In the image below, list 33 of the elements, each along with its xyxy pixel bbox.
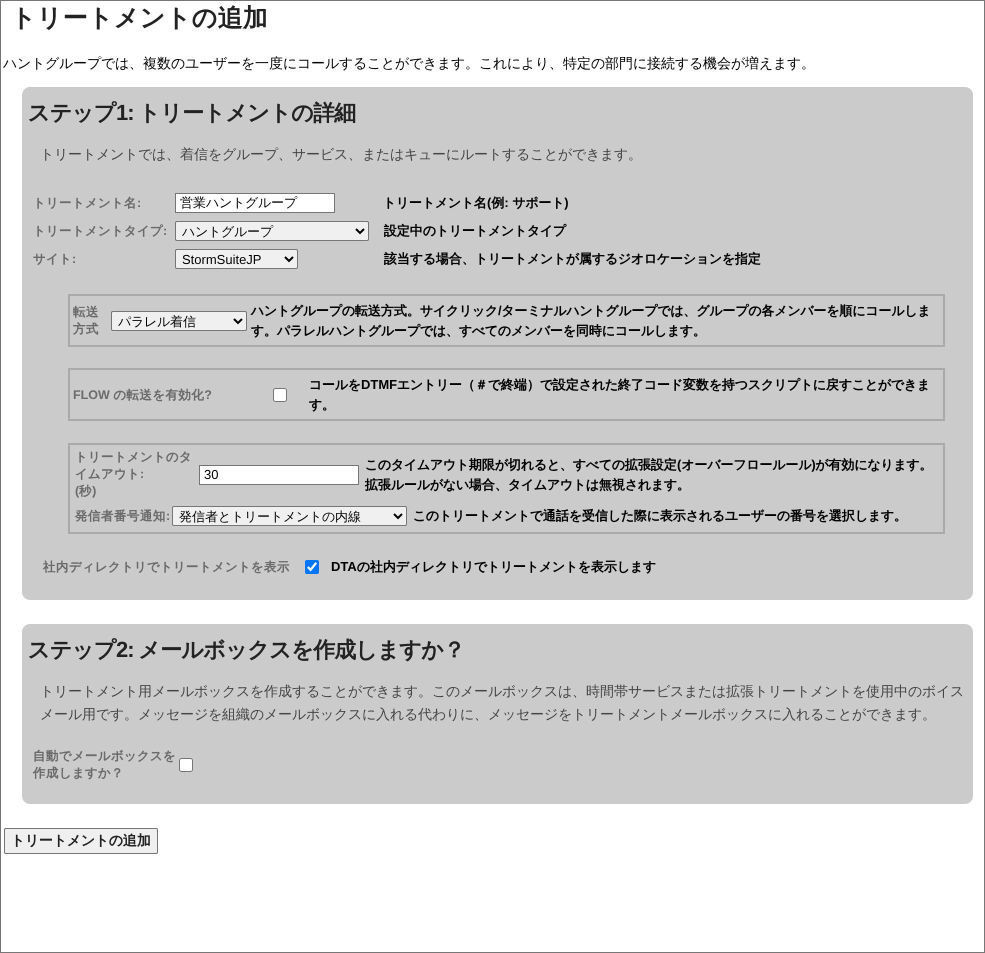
help-text: トリートメント名(例: サポート) bbox=[383, 194, 569, 212]
intro-text: ハントグループでは、複数のユーザーを一度にコールすることができます。これにより、特定の部門に接続する機会が増えます。 bbox=[3, 54, 816, 73]
field-label: 社内ディレクトリでトリートメントを表示 bbox=[43, 558, 291, 576]
help-text: コールをDTMFエントリー（＃で終端）で設定された終了コード変数を持つスクリプトに戻すことができます。 bbox=[309, 376, 932, 414]
help-text: このトリートメントで通話を受信した際に表示されるユーザーの番号を選択します。 bbox=[413, 507, 907, 525]
help-text: 該当する場合、トリートメントが属するジオロケーションを指定 bbox=[384, 250, 761, 268]
field-label: トリートメント名: bbox=[33, 194, 142, 212]
checkbox[interactable] bbox=[273, 388, 287, 402]
field-label: サイト: bbox=[33, 250, 78, 268]
help-text: DTAの社内ディレクトリでトリートメントを表示します bbox=[331, 558, 656, 576]
step-heading: ステップ2: メールボックスを作成しますか？ bbox=[28, 636, 466, 664]
field-label: FLOW の転送を有効化? bbox=[73, 386, 213, 404]
field-label: 自動でメールボックスを作成しますか？ bbox=[33, 748, 177, 782]
help-text: ハントグループの転送方式。サイクリック/ターミナルハントグループでは、グループの各メンバーを順にコールします。パラレルハントグループでは、すべてのメンバーを同時にコールします。 bbox=[251, 302, 932, 340]
input-field[interactable]: 営業ハントグループ bbox=[175, 193, 335, 213]
field-label: トリートメントタイプ: bbox=[33, 222, 168, 240]
step-heading: ステップ1: トリートメントの詳細 bbox=[28, 99, 357, 127]
help-text: 設定中のトリートメントタイプ bbox=[384, 222, 566, 240]
checkbox[interactable] bbox=[179, 758, 193, 772]
add-treatment-button[interactable]: トリートメントの追加 bbox=[4, 828, 158, 854]
field-label: 発信者番号通知: bbox=[75, 508, 172, 524]
checkbox[interactable] bbox=[305, 560, 319, 574]
page-title: トリートメントの追加 bbox=[11, 3, 269, 34]
field-label: トリートメントのタイムアウト: (秒) bbox=[75, 449, 193, 500]
dropdown[interactable]: StormSuiteJP bbox=[175, 249, 298, 269]
dropdown[interactable]: ハントグループ bbox=[175, 221, 369, 241]
step-description: トリートメントでは、着信をグループ、サービス、またはキューにルートすることができます。 bbox=[40, 145, 643, 164]
field-label: 転送方式 bbox=[73, 304, 100, 338]
dropdown[interactable]: 発信者とトリートメントの内線 bbox=[172, 506, 407, 526]
step-description: トリートメント用メールボックスを作成することができます。このメールボックスは、時間帯サービスまたは拡張トリートメントを使用中のボイスメール用です。メッセージを組織のメールボックスに入れる代わりに、メッセージをトリートメントメールボックスに入れることができます。 bbox=[40, 682, 965, 724]
input-field[interactable]: 30 bbox=[199, 464, 359, 484]
help-text: このタイムアウト期限が切れると、すべての拡張設定(オーバーフロールール)が有効になります。拡張ルールがない場合、タイムアウトは無視されます。 bbox=[365, 456, 934, 494]
dropdown[interactable]: パラレル着信 bbox=[111, 311, 247, 331]
